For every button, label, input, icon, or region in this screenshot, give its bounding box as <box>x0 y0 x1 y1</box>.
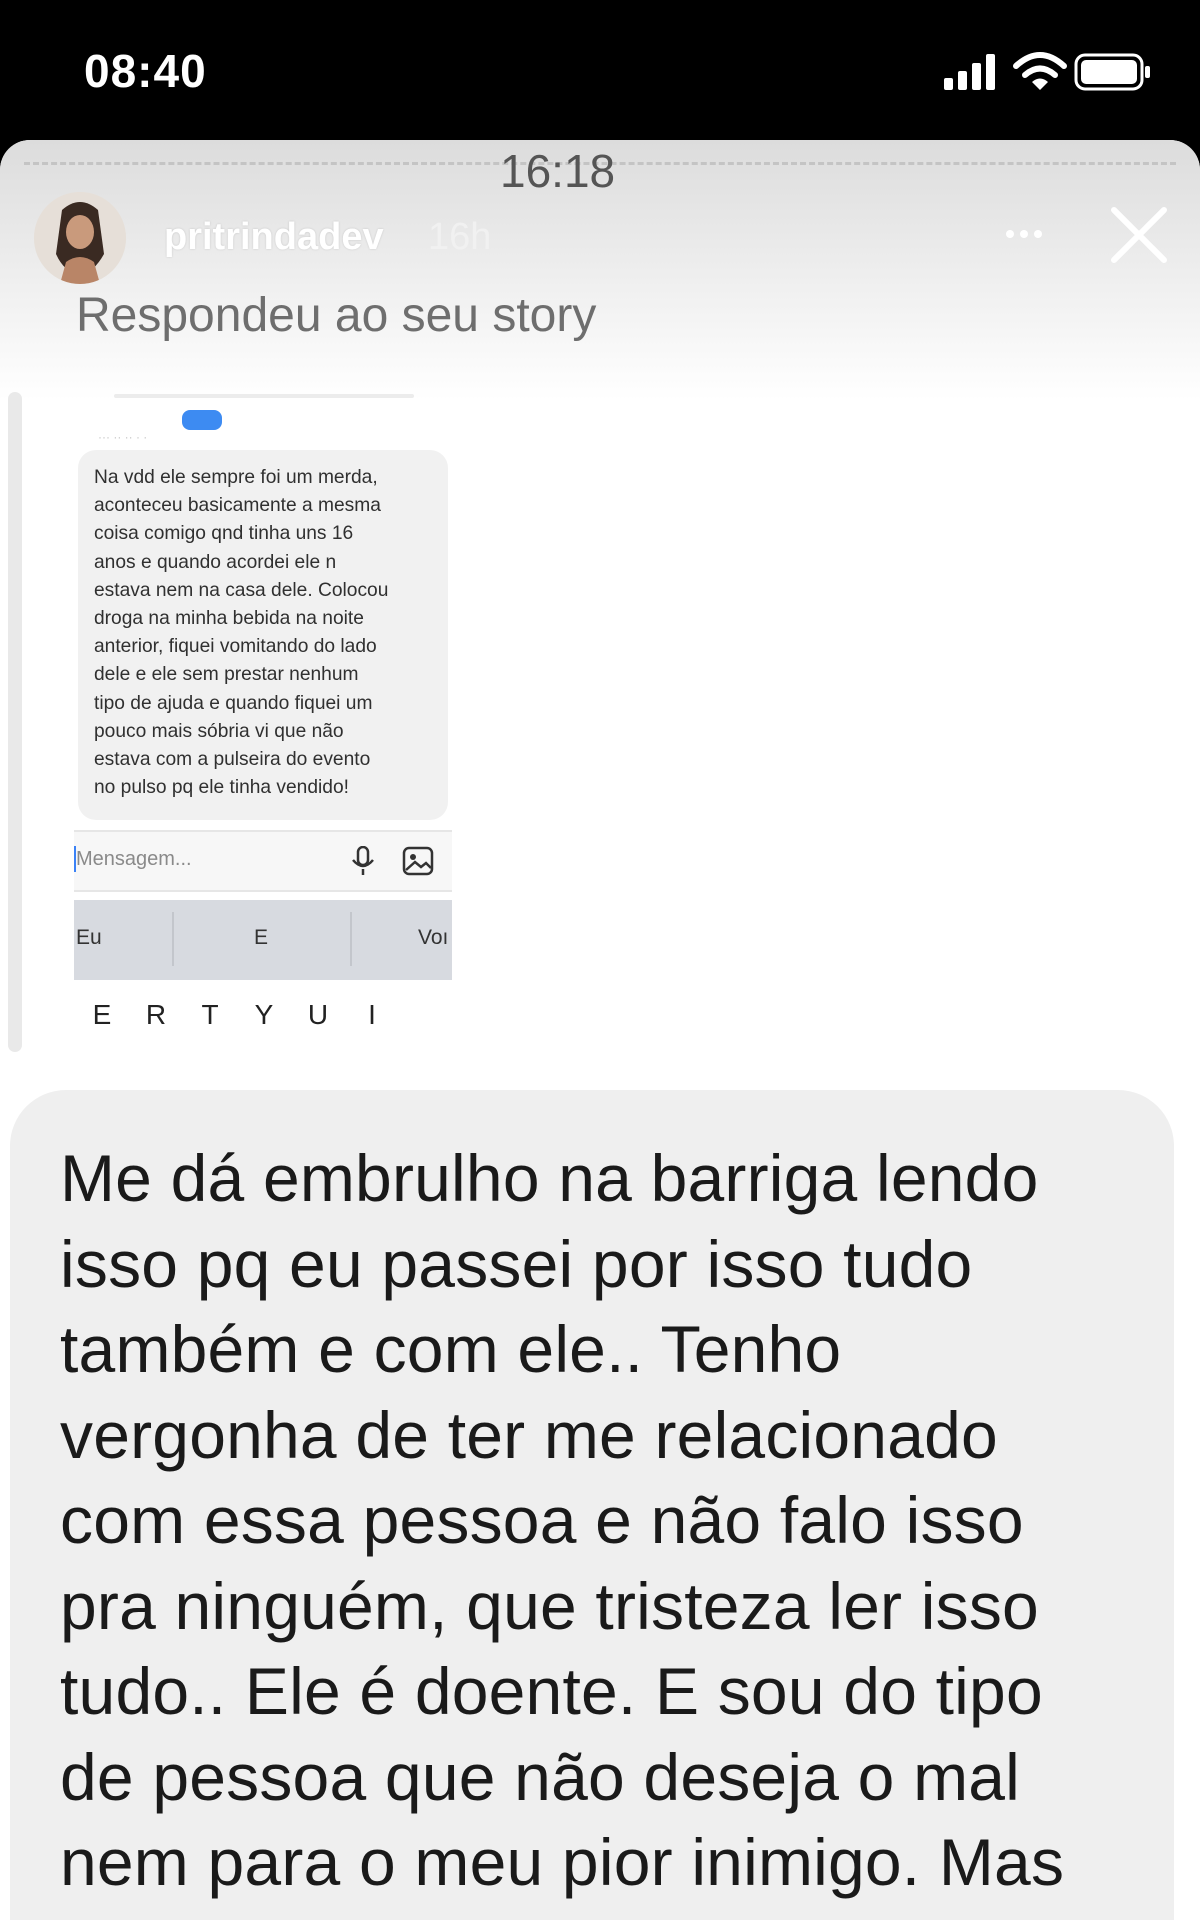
reply-message-line: tudo.. Ele é doente. E sou do tipo <box>60 1654 1043 1728</box>
avatar[interactable] <box>34 192 126 284</box>
keyboard-key: R <box>136 988 176 1040</box>
screenshot-keyboard-suggestions: Eu E Voı <box>74 900 452 980</box>
story-overlay-time: 16:18 <box>500 145 616 197</box>
keyboard-key: I <box>352 988 392 1040</box>
reply-message-line: isso pq eu passei por isso tudo <box>60 1226 973 1301</box>
status-bar: 08:40 <box>0 0 1200 142</box>
shared-screenshot-edge <box>8 392 22 1052</box>
screenshot-input-placeholder: Mensagem... <box>76 848 192 870</box>
reply-message-text: Me dá embrulho na barriga lendo isso pq … <box>60 1136 1160 1906</box>
screenshot-message-line: tipo de ajuda e quando fiquei um <box>94 692 373 714</box>
story-time-ago: 16h <box>428 216 492 258</box>
screenshot-message-line: Na vdd ele sempre foi um merda, <box>94 467 378 488</box>
ellipsis-icon <box>1006 230 1042 238</box>
avatar-photo <box>34 192 126 284</box>
screenshot-message-line: anos e quando acordei ele n <box>94 551 337 573</box>
reply-message-line: também e com ele.. Tenho <box>60 1312 842 1386</box>
close-button[interactable] <box>1108 204 1170 266</box>
reply-message-line: com essa pessoa e não falo isso <box>60 1483 1024 1557</box>
screenshot-message-line: no pulso pq ele tinha vendido! <box>94 777 349 799</box>
suggestion-item: Eu <box>76 926 102 949</box>
close-icon <box>1111 207 1167 263</box>
screenshot-message-line: pouco mais sóbria vi que não <box>94 720 344 742</box>
screenshot-message-line: anterior, fiquei vomitando do lado <box>94 636 377 658</box>
status-time: 08:40 <box>84 45 207 97</box>
signal-icon <box>944 54 995 90</box>
reply-message-line: Me dá embrulho na barriga lendo <box>60 1141 1039 1215</box>
keyboard-key: E <box>82 988 122 1040</box>
suggestion-item: E <box>254 926 269 949</box>
screenshot-message-line: coisa comigo qnd tinha uns 16 <box>94 523 354 545</box>
screenshot-message-bubble: Na vdd ele sempre foi um merda, acontece… <box>78 450 448 820</box>
screenshot-top-line <box>114 394 414 398</box>
keyboard-key: Y <box>244 988 284 1040</box>
reply-message-line: pra ninguém, que tristeza ler isso <box>60 1568 1039 1643</box>
suggestion-divider <box>350 912 352 966</box>
keyboard-key: T <box>190 988 230 1040</box>
keyboard-key: U <box>298 988 338 1040</box>
screenshot-sent-bubble <box>182 410 222 430</box>
screenshot-message-input: Mensagem... <box>74 830 452 892</box>
screenshot-message-line: droga na minha bebida na noite <box>94 608 364 630</box>
suggestion-divider <box>172 912 174 966</box>
screenshot-message-line: aconteceu basicamente a mesma <box>94 495 381 517</box>
shared-screenshot: ··· ·· ·· · · Na vdd ele sempre foi um m… <box>74 390 454 1080</box>
wifi-icon <box>1013 52 1067 90</box>
screenshot-message-line: dele e ele sem prestar nenhum <box>94 664 359 686</box>
reply-message-line: nem para o meu pior inimigo. Mas <box>60 1825 1065 1899</box>
suggestion-item: Voı <box>418 926 449 949</box>
microphone-icon <box>352 846 374 875</box>
screenshot-keyboard: E R T Y U I <box>74 980 452 1080</box>
screenshot-faded-text: ··· ·· ·· · · <box>98 430 148 444</box>
screenshot-message-line: estava com a pulseira do evento <box>94 749 371 771</box>
reply-label: Respondeu ao seu story <box>76 289 597 342</box>
more-options-button[interactable] <box>996 206 1052 262</box>
image-icon <box>402 846 434 876</box>
story-username[interactable]: pritrindadev <box>164 216 384 259</box>
reply-message-line: de pessoa que não deseja o mal <box>60 1739 1021 1814</box>
battery-icon <box>1074 53 1150 91</box>
story-card: 16:18 pritrindadev 16h Respondeu ao seu … <box>0 140 1200 1920</box>
reply-message-line: vergonha de ter me relacionado <box>60 1397 998 1472</box>
screenshot-message-line: estava nem na casa dele. Colocou <box>94 579 389 601</box>
